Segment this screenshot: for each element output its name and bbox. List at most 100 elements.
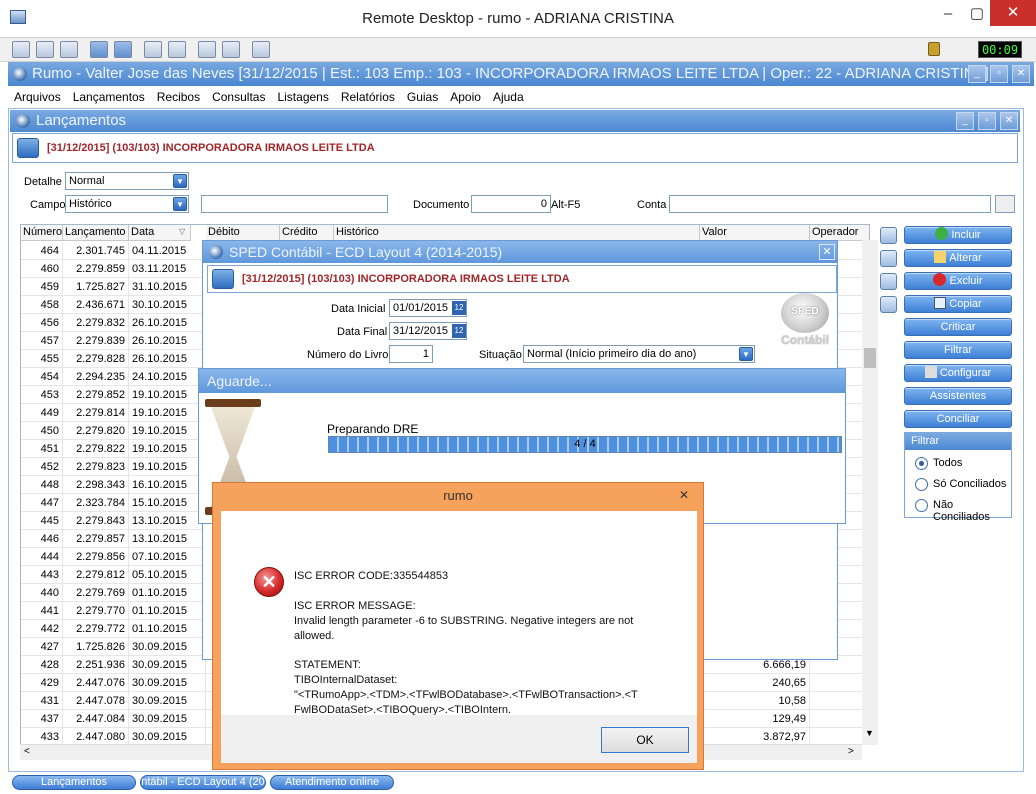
menu-recibos[interactable]: Recibos [151,86,206,104]
campo-select[interactable]: Histórico ▼ [65,195,189,213]
table-cell: 2.447.080 [63,728,129,744]
configurar-button[interactable]: Configurar [904,364,1012,382]
window-mode-icon[interactable] [114,41,132,58]
assistentes-button[interactable]: Assistentes [904,387,1012,405]
task-lancamentos[interactable]: Lançamentos [12,775,136,790]
gear-icon[interactable] [880,296,897,313]
menu-relatorios[interactable]: Relatórios [335,86,401,104]
chevron-down-icon[interactable]: ▼ [173,197,187,211]
detalhe-select[interactable]: Normal ▼ [65,172,189,190]
screen-icon[interactable] [36,41,54,58]
scroll-down-icon[interactable]: ▼ [865,728,874,738]
col-credito[interactable]: Crédito [280,225,334,241]
menu-listagens[interactable]: Listagens [271,86,334,104]
sped-close-button[interactable]: ✕ [819,244,835,260]
menu-guias[interactable]: Guias [401,86,444,104]
window-mode-icon[interactable] [90,41,108,58]
mdi-close-button[interactable]: ✕ [1012,65,1030,83]
child-restore-button[interactable]: ▫ [978,112,996,130]
table-cell: 19.10.2015 [129,422,206,440]
table-cell: 30.09.2015 [129,728,206,744]
excluir-button[interactable]: Excluir [904,272,1012,290]
menu-lancamentos[interactable]: Lançamentos [67,86,151,104]
screen-icon[interactable] [12,41,30,58]
scroll-thumb[interactable] [864,348,876,368]
copiar-button[interactable]: Copiar [904,295,1012,313]
conta-input[interactable] [669,195,991,213]
situacao-select[interactable]: Normal (Início primeiro dia do ano) ▼ [523,345,755,363]
menu-arquivos[interactable]: Arquivos [8,86,67,104]
mdi-restore-button[interactable]: ▫ [990,65,1008,83]
remote-toolbar: 00:09 [0,38,1036,62]
error-dialog: rumo ✕ ✕ ISC ERROR CODE:335544853 ISC ER… [212,482,704,770]
incluir-button[interactable]: Incluir [904,226,1012,244]
col-debito[interactable]: Débito [206,225,280,241]
table-cell: 24.10.2015 [129,368,206,386]
conta-lookup-button[interactable] [995,195,1015,213]
send-icon[interactable] [198,41,216,58]
table-cell: 31.10.2015 [129,278,206,296]
col-lancamento[interactable]: Lançamento [63,225,129,241]
table-cell: 2.279.859 [63,260,129,278]
child-close-button[interactable]: ✕ [1000,112,1018,130]
table-cell: 10,58 [700,692,810,710]
ok-button[interactable]: OK [601,727,689,753]
close-button[interactable]: ✕ [990,0,1036,26]
table-cell [810,692,869,710]
radio-todos-label[interactable]: Todos [933,457,962,469]
table-icon[interactable] [880,250,897,267]
chevron-down-icon[interactable]: ▼ [739,347,753,361]
table-cell [810,728,869,744]
mdi-minimize-button[interactable]: _ [968,65,986,83]
child-minimize-button[interactable]: _ [956,112,974,130]
task-sped[interactable]: ntábil - ECD Layout 4 (20 [140,775,266,790]
criticar-button[interactable]: Criticar [904,318,1012,336]
calendar-icon[interactable]: 12 [452,301,466,315]
banner-icon [17,138,39,158]
grid-vertical-scrollbar[interactable]: ▼ [862,240,878,745]
receive-icon[interactable] [222,41,240,58]
col-historico[interactable]: Histórico [334,225,700,241]
globe-icon[interactable] [880,227,897,244]
chevron-down-icon[interactable]: ▼ [173,174,187,188]
calendar-icon[interactable]: 12 [452,324,466,338]
lancamentos-title: Lançamentos [36,112,127,129]
radio-nao-conciliados-label[interactable]: Não Conciliados [933,499,1011,523]
screen-icon[interactable] [60,41,78,58]
col-operador[interactable]: Operador [810,225,869,241]
numero-livro-input[interactable]: 1 [389,345,433,363]
table-cell: 04.11.2015 [129,242,206,260]
menu-ajuda[interactable]: Ajuda [487,86,530,104]
table-cell: 2.323.784 [63,494,129,512]
chart-icon[interactable] [880,273,897,290]
table-cell: 26.10.2015 [129,332,206,350]
table-cell: 30.09.2015 [129,638,206,656]
col-numero[interactable]: Número [21,225,63,241]
data-inicial-label: Data Inicial [331,303,386,315]
table-cell: 452 [21,458,63,476]
radio-so-conciliados-label[interactable]: Só Conciliados [933,478,1006,490]
alterar-button[interactable]: Alterar [904,249,1012,267]
task-atendimento[interactable]: Atendimento online [270,775,394,790]
radio-todos[interactable] [915,457,928,470]
menu-consultas[interactable]: Consultas [206,86,271,104]
radio-so-conciliados[interactable] [915,478,928,491]
plus-icon [935,227,949,240]
rumo-logo-icon [209,245,223,259]
search-input[interactable] [201,195,388,213]
conciliar-button[interactable]: Conciliar [904,410,1012,428]
network-icon[interactable] [144,41,162,58]
app-titlebar: Rumo - Valter Jose das Neves [31/12/2015… [8,62,1034,86]
menu-apoio[interactable]: Apoio [444,86,487,104]
scroll-right-icon[interactable]: > [848,746,854,757]
radio-nao-conciliados[interactable] [915,499,928,512]
error-close-button[interactable]: ✕ [669,485,699,505]
col-valor[interactable]: Valor [700,225,810,241]
scroll-left-icon[interactable]: < [24,746,30,757]
users-icon[interactable] [168,41,186,58]
statement-line: "<TRumoApp>.<TDM>.<TFwlBODatabase>.<TFwl… [294,689,638,701]
filtrar-button[interactable]: Filtrar [904,341,1012,359]
error-icon: ✕ [254,567,284,597]
tools-icon[interactable] [252,41,270,58]
documento-input[interactable]: 0 [471,195,551,213]
